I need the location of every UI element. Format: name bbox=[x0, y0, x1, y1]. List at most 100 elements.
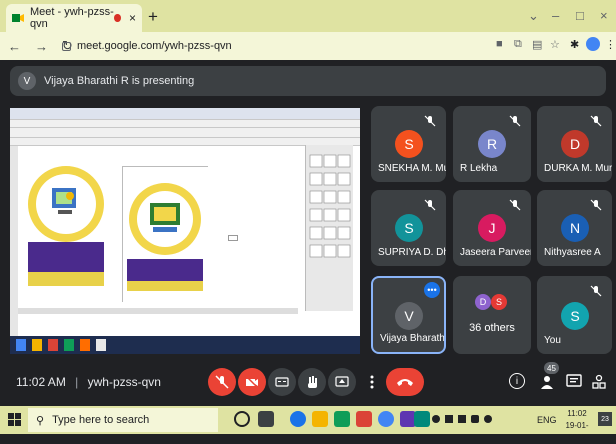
app-status-bar bbox=[18, 308, 298, 314]
chevron-down-icon[interactable]: ⌄ bbox=[528, 8, 539, 24]
participant-avatar: S bbox=[395, 214, 423, 242]
other-avatar: S bbox=[491, 294, 507, 310]
app-toolbar bbox=[10, 128, 360, 138]
search-placeholder: Type here to search bbox=[52, 414, 150, 426]
participant-name: SUPRIYA D. Dh... bbox=[378, 247, 446, 258]
file-explorer-icon[interactable] bbox=[312, 411, 328, 427]
camera-indicator-icon[interactable]: ■ bbox=[496, 38, 503, 50]
participant-avatar: R bbox=[478, 130, 506, 158]
browser-tab[interactable]: Meet - ywh-pzss-qvn × bbox=[6, 4, 142, 32]
meeting-code: ywh-pzss-qvn bbox=[87, 375, 161, 389]
raise-hand-button[interactable] bbox=[298, 368, 326, 396]
participant-tile[interactable]: D DURKA M. Mur... bbox=[537, 106, 612, 182]
participant-name: You bbox=[544, 335, 561, 346]
network-icon bbox=[471, 415, 479, 423]
participant-tile[interactable]: R R Lekha bbox=[453, 106, 531, 182]
mic-off-icon bbox=[509, 114, 521, 127]
participant-name: Jaseera Parveen bbox=[460, 247, 531, 258]
app-icon-2[interactable] bbox=[414, 411, 430, 427]
chrome-icon[interactable] bbox=[378, 411, 394, 427]
reader-icon[interactable]: ▤ bbox=[532, 38, 542, 51]
text-cursor-box bbox=[228, 235, 238, 241]
participant-tile[interactable]: N Nithyasree A bbox=[537, 190, 612, 266]
extensions-icon[interactable]: ✱ bbox=[570, 38, 579, 51]
battery-icon bbox=[458, 415, 466, 423]
clock-time: 11:02 bbox=[567, 409, 587, 418]
clock-date: 19-01-2022 bbox=[565, 421, 589, 442]
new-tab-button[interactable]: + bbox=[148, 7, 158, 27]
presenter-avatar: V bbox=[18, 72, 36, 90]
mic-off-icon bbox=[590, 198, 602, 211]
url-text: meet.google.com/ywh-pzss-qvn bbox=[77, 40, 232, 52]
participant-avatar: J bbox=[478, 214, 506, 242]
meeting-time: 11:02 AM bbox=[16, 375, 66, 389]
store-icon[interactable] bbox=[334, 411, 350, 427]
mic-toggle-button[interactable] bbox=[208, 368, 236, 396]
volume-icon bbox=[484, 415, 492, 423]
meeting-details-icon[interactable]: i bbox=[509, 373, 525, 389]
participant-name: R Lekha bbox=[460, 163, 498, 174]
lock-icon bbox=[62, 41, 71, 51]
app-menu-bar bbox=[10, 120, 360, 128]
tray-icon bbox=[432, 415, 440, 423]
presenting-banner: V Vijaya Bharathi R is presenting bbox=[10, 66, 606, 96]
window-close-button[interactable]: × bbox=[600, 8, 608, 23]
mic-off-icon bbox=[590, 284, 602, 297]
captions-button[interactable] bbox=[268, 368, 296, 396]
mic-off-icon bbox=[424, 114, 436, 127]
participant-name: DURKA M. Mur... bbox=[544, 163, 612, 174]
forward-arrow-icon[interactable]: → bbox=[35, 39, 48, 54]
app-title-bar bbox=[10, 108, 360, 120]
present-screen-button[interactable] bbox=[328, 368, 356, 396]
participant-tile[interactable]: S SUPRIYA D. Dh... bbox=[371, 190, 446, 266]
self-tile[interactable]: S You bbox=[537, 276, 612, 354]
maximize-button[interactable]: □ bbox=[576, 8, 584, 23]
system-tray[interactable] bbox=[432, 413, 522, 425]
others-tile[interactable]: D S 36 others bbox=[453, 276, 531, 354]
tab-title: Meet - ywh-pzss-qvn bbox=[30, 6, 114, 30]
back-arrow-icon[interactable]: ← bbox=[8, 39, 21, 54]
participant-tile[interactable]: J Jaseera Parveen bbox=[453, 190, 531, 266]
profile-avatar[interactable] bbox=[586, 37, 600, 51]
mail-icon[interactable] bbox=[356, 411, 372, 427]
participant-tile[interactable]: S SNEKHA M. Mu... bbox=[371, 106, 446, 182]
people-icon[interactable] bbox=[538, 373, 556, 391]
tray-icon bbox=[445, 415, 453, 423]
participant-name: Vijaya Bharathi R bbox=[380, 333, 446, 344]
minimize-button[interactable]: – bbox=[552, 8, 559, 23]
info-separator: | bbox=[75, 375, 79, 389]
mic-off-icon bbox=[590, 114, 602, 127]
menu-dots-icon[interactable]: ⋮ bbox=[605, 38, 616, 51]
bookmark-star-icon[interactable]: ☆ bbox=[550, 38, 560, 51]
edge-icon[interactable] bbox=[290, 411, 306, 427]
app-left-toolbox bbox=[10, 146, 18, 344]
share-icon[interactable]: ⧉ bbox=[514, 38, 522, 51]
end-call-button[interactable] bbox=[386, 368, 424, 396]
logo-page-two bbox=[122, 166, 209, 303]
participant-avatar: D bbox=[561, 130, 589, 158]
taskbar-search[interactable]: ⚲ Type here to search bbox=[28, 408, 218, 432]
participant-avatar: V bbox=[395, 302, 423, 330]
chat-icon[interactable] bbox=[566, 374, 582, 390]
taskbar-clock[interactable]: 11:02 19-01-2022 bbox=[558, 408, 596, 444]
participant-tile-presenter[interactable]: ••• V Vijaya Bharathi R bbox=[371, 276, 446, 354]
more-options-icon[interactable]: ••• bbox=[424, 282, 440, 298]
recording-indicator-icon bbox=[114, 14, 121, 22]
activities-icon[interactable] bbox=[591, 374, 607, 390]
people-count-badge: 45 bbox=[544, 362, 559, 374]
cortana-icon[interactable] bbox=[234, 411, 250, 427]
participant-avatar: S bbox=[395, 130, 423, 158]
logo-page-one bbox=[18, 146, 108, 292]
presenting-text: Vijaya Bharathi R is presenting bbox=[44, 75, 195, 87]
mic-off-icon bbox=[424, 198, 436, 211]
notification-badge[interactable]: 23 bbox=[598, 412, 612, 426]
more-options-button[interactable] bbox=[358, 368, 386, 396]
windows-start-icon[interactable] bbox=[8, 413, 21, 426]
participant-name: Nithyasree A bbox=[544, 247, 601, 258]
others-count: 36 others bbox=[469, 322, 515, 334]
language-indicator[interactable]: ENG bbox=[537, 415, 557, 425]
shared-taskbar bbox=[10, 336, 360, 354]
task-view-icon[interactable] bbox=[258, 411, 274, 427]
camera-toggle-button[interactable] bbox=[238, 368, 266, 396]
tab-close-icon[interactable]: × bbox=[129, 11, 136, 25]
